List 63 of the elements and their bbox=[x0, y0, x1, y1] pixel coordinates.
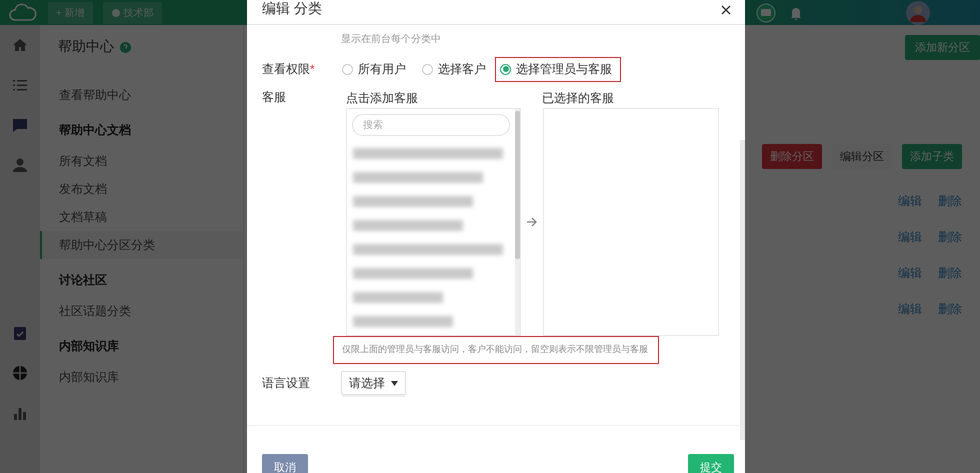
radio-option[interactable]: 所有用户 bbox=[341, 56, 413, 82]
selected-agent-list[interactable] bbox=[543, 108, 719, 336]
caret-icon bbox=[391, 380, 398, 386]
sidebar-item[interactable]: 社区话题分类 bbox=[40, 297, 243, 325]
section-action-button[interactable]: 添加子类 bbox=[902, 144, 962, 169]
checklist-icon[interactable] bbox=[12, 325, 28, 341]
submit-button[interactable]: 提交 bbox=[688, 454, 734, 473]
close-icon[interactable] bbox=[721, 5, 731, 15]
chat-icon[interactable] bbox=[756, 2, 776, 22]
redacted-item[interactable] bbox=[353, 172, 483, 183]
redacted-item[interactable] bbox=[353, 148, 503, 159]
redacted-item[interactable] bbox=[353, 244, 503, 255]
redacted-item[interactable] bbox=[353, 268, 473, 279]
avatar-icon[interactable] bbox=[906, 0, 930, 24]
edit-link[interactable]: 编辑 bbox=[898, 264, 922, 282]
field-label: 客服 bbox=[262, 90, 287, 104]
list-icon[interactable] bbox=[12, 77, 28, 93]
scrollbar-thumb[interactable] bbox=[515, 111, 520, 259]
sidebar-item[interactable]: 内部知识库 bbox=[40, 363, 243, 391]
search-field[interactable]: 搜索 bbox=[352, 114, 510, 136]
hint-text: 显示在前台每个分类中 bbox=[341, 32, 442, 46]
delete-link[interactable]: 删除 bbox=[938, 228, 962, 246]
list-title: 已选择的客服 bbox=[542, 90, 614, 106]
agent-list[interactable]: 搜索 bbox=[346, 108, 521, 336]
sidebar-title: 帮助中心 bbox=[58, 38, 114, 56]
dialog-title: 编辑 分类 bbox=[262, 0, 322, 18]
sidebar-group-header[interactable]: 讨论社区 bbox=[40, 263, 243, 297]
sidebar-item[interactable]: 文档草稿 bbox=[40, 203, 243, 231]
delete-link[interactable]: 删除 bbox=[938, 300, 962, 318]
cloud-logo-icon[interactable] bbox=[8, 2, 38, 22]
cancel-button[interactable]: 取消 bbox=[262, 454, 308, 473]
section-action-button[interactable]: 删除分区 bbox=[762, 144, 822, 169]
sidebar-item[interactable]: 帮助中心分区分类 bbox=[40, 231, 243, 259]
help-icon[interactable] bbox=[120, 42, 131, 52]
sidebar-group-header[interactable]: 内部知识库 bbox=[40, 329, 243, 363]
redacted-item[interactable] bbox=[353, 316, 453, 327]
redacted-item[interactable] bbox=[353, 292, 443, 303]
field-label: 语言设置 bbox=[262, 374, 311, 392]
list-title: 点击添加客服 bbox=[345, 90, 419, 106]
sidebar-item[interactable]: 发布文档 bbox=[40, 175, 243, 203]
sidebar-item[interactable]: 所有文档 bbox=[40, 147, 243, 175]
sidebar-item[interactable]: 查看帮助中心 bbox=[40, 81, 243, 109]
delete-link[interactable]: 删除 bbox=[938, 264, 962, 282]
arrow-right-icon[interactable] bbox=[526, 217, 538, 227]
edit-link[interactable]: 编辑 bbox=[898, 228, 922, 246]
bar-chart-icon[interactable] bbox=[12, 405, 28, 421]
language-select[interactable]: 请选择 bbox=[341, 371, 406, 395]
radio-option[interactable]: 选择管理员与客服 bbox=[495, 56, 621, 82]
radio-option[interactable]: 选择客户 bbox=[421, 56, 493, 82]
home-icon[interactable] bbox=[12, 37, 28, 53]
user-icon[interactable] bbox=[12, 157, 28, 173]
edit-link[interactable]: 编辑 bbox=[898, 192, 922, 210]
edit-link[interactable]: 编辑 bbox=[898, 300, 922, 318]
edit-dialog: 编辑 分类 显示在前台每个分类中 查看权限* 所有用户 选择客户 选择管理员与客服 客服 点击添加客服 已选择的客服 搜索 仅限上面的管理员与客服访问，客户不能访问，留空则表示不限管理员与客服 语言设置 请选择 取消 提交 bbox=[247, 0, 745, 473]
dialog-scrollbar[interactable] bbox=[740, 140, 745, 440]
redacted-item[interactable] bbox=[353, 196, 473, 207]
chat-icon[interactable] bbox=[12, 117, 28, 133]
required-mark: * bbox=[310, 62, 315, 76]
sidebar-group-header[interactable]: 帮助中心文档 bbox=[40, 113, 243, 147]
redacted-item[interactable] bbox=[353, 220, 463, 231]
note-text: 仅限上面的管理员与客服访问，客户不能访问，留空则表示不限管理员与客服 bbox=[333, 336, 659, 364]
delete-link[interactable]: 删除 bbox=[938, 192, 962, 210]
add-section-button[interactable]: 添加新分区 bbox=[905, 35, 980, 60]
